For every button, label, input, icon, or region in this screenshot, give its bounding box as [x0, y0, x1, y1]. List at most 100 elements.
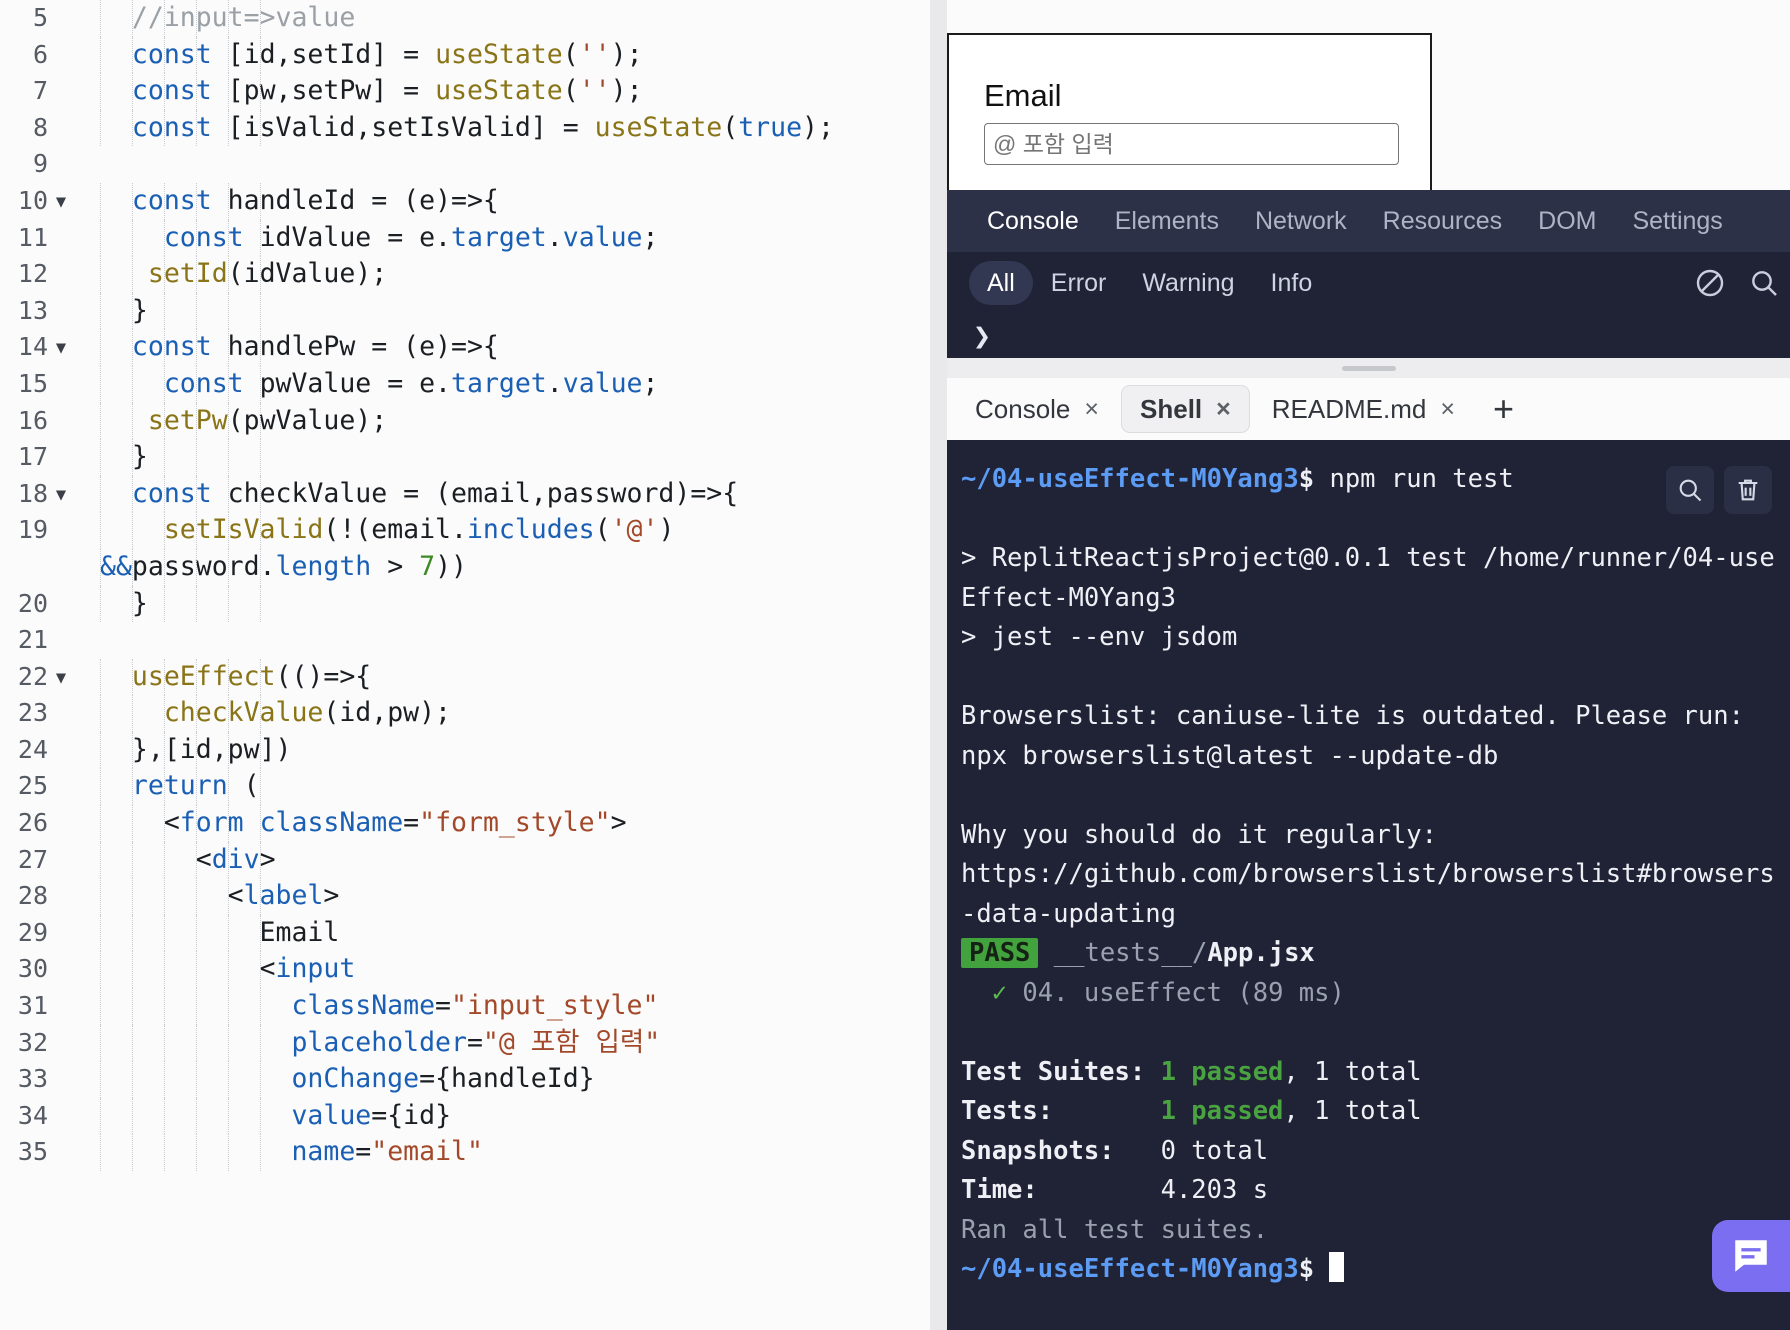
code-line[interactable]: 24 },[id,pw]) [0, 731, 930, 769]
code-line[interactable]: 15 const pwValue = e.target.value; [0, 365, 930, 403]
code-token: setIsValid [163, 514, 324, 546]
indent-guide [164, 805, 165, 842]
code-line[interactable]: 13 } [0, 292, 930, 330]
console-filter-error[interactable]: Error [1033, 261, 1125, 305]
code-line[interactable]: 9 [0, 146, 930, 183]
code-text: <input [74, 951, 355, 989]
code-text: const [pw,setPw] = useState(''); [74, 73, 643, 110]
code-lines[interactable]: 5 //input=>value 6 const [id,setId] = use… [0, 0, 930, 1171]
code-line[interactable]: 22 ▼ useEffect(()=>{ [0, 658, 930, 697]
code-line[interactable]: 18 ▼ const checkValue = (email,password)=… [0, 475, 930, 514]
devtools-filterbar[interactable]: All Error Warning Info [947, 252, 1790, 314]
code-line[interactable]: 21 [0, 622, 930, 659]
indent-guide [228, 1134, 229, 1171]
devtools-tab-settings[interactable]: Settings [1614, 190, 1740, 252]
code-line[interactable]: 6 const [id,setId] = useState(''); [0, 36, 930, 74]
fold-arrow-icon[interactable]: ▼ [48, 183, 74, 221]
resizer-grip [1341, 366, 1396, 371]
preview-email-input[interactable] [984, 123, 1399, 165]
code-line[interactable]: 23 checkValue(id,pw); [0, 695, 930, 732]
pane-divider[interactable] [930, 0, 947, 1330]
code-token: label [243, 880, 324, 912]
indent-guide [164, 658, 165, 696]
code-token: {handleId} [435, 1063, 595, 1095]
indent-guide [260, 1097, 261, 1135]
devtools-tab-network[interactable]: Network [1237, 190, 1365, 252]
code-line[interactable]: 28 <label> [0, 878, 930, 915]
terminal[interactable]: ~/04-useEffect-M0Yang3$ npm run test > Re… [947, 440, 1790, 1330]
code-line[interactable]: 19 setIsValid(!(email.includes('@') [0, 512, 930, 549]
line-number: 18 [17, 478, 48, 508]
close-icon[interactable]: × [1216, 395, 1231, 424]
code-line[interactable]: 33 onChange={handleId} [0, 1061, 930, 1098]
code-text: const checkValue = (email,password)=>{ [74, 475, 738, 513]
console-filter-info[interactable]: Info [1253, 261, 1331, 305]
code-line[interactable]: 26 <form className="form_style"> [0, 805, 930, 842]
shell-pane: Console × Shell × README.md × + ~/04-useEffect… [947, 378, 1790, 1330]
code-line[interactable]: 16 setPw(pwValue); [0, 402, 930, 440]
code-line[interactable]: 8 const [isValid,setIsValid] = useState(… [0, 109, 930, 147]
line-number: 28 [17, 881, 48, 911]
search-icon[interactable] [1748, 267, 1780, 299]
code-line[interactable]: 30 <input [0, 951, 930, 989]
code-line[interactable]: 32 placeholder="@ 포함 입력" [0, 1024, 930, 1062]
code-line[interactable]: 12 setId(idValue); [0, 256, 930, 293]
code-line[interactable]: 35 name="email" [0, 1134, 930, 1171]
devtools-tab-resources[interactable]: Resources [1365, 190, 1521, 252]
indent-guide [100, 1061, 101, 1098]
devtools-tab-console[interactable]: Console [969, 190, 1097, 252]
shell-tab-shell[interactable]: Shell × [1121, 385, 1250, 433]
chat-bubble-icon[interactable] [1712, 1220, 1790, 1292]
code-line[interactable]: 34 value={id} [0, 1097, 930, 1135]
indent-guide [100, 365, 101, 403]
horizontal-resizer[interactable] [947, 358, 1790, 378]
terminal-dollar: $ [1298, 464, 1315, 494]
add-tab-button[interactable]: + [1477, 389, 1530, 429]
code-text: } [74, 585, 261, 623]
code-line[interactable]: 17 } [0, 439, 930, 476]
code-line[interactable]: 25 return ( [0, 768, 930, 806]
console-input-row[interactable]: ❯ [947, 314, 1790, 358]
code-line[interactable]: 27 <div> [0, 841, 930, 879]
code-editor-pane[interactable]: 5 //input=>value 6 const [id,setId] = use… [0, 0, 930, 1330]
indent-guide [228, 878, 229, 915]
console-filter-warning[interactable]: Warning [1124, 261, 1252, 305]
indent-guide [260, 695, 261, 732]
code-line[interactable]: 10 ▼ const handleId = (e)=>{ [0, 182, 930, 221]
code-line[interactable]: &&password.length > 7)) [0, 548, 930, 586]
fold-arrow-icon[interactable]: ▼ [48, 659, 74, 697]
code-token: name [291, 1136, 356, 1168]
indent-guide [228, 768, 229, 806]
close-icon[interactable]: × [1084, 395, 1099, 424]
devtools-tabbar[interactable]: Console Elements Network Resources DOM Settin… [947, 190, 1790, 252]
shell-tabbar[interactable]: Console × Shell × README.md × + [947, 378, 1790, 440]
console-filter-all[interactable]: All [969, 261, 1033, 305]
indent-guide [228, 475, 229, 513]
code-line[interactable]: 31 className="input_style" [0, 988, 930, 1025]
code-line[interactable]: 11 const idValue = e.target.value; [0, 219, 930, 257]
indent-guide [132, 695, 133, 732]
code-token: (id,pw); [323, 697, 452, 729]
code-line[interactable]: 29 Email [0, 914, 930, 952]
devtools-tab-elements[interactable]: Elements [1097, 190, 1237, 252]
terminal-test-line: ✓ 04. useEffect (89 ms) [961, 974, 1776, 1014]
code-token: {id} [387, 1099, 452, 1131]
devtools-tab-dom[interactable]: DOM [1520, 190, 1614, 252]
code-token: value [562, 221, 643, 253]
close-icon[interactable]: × [1440, 395, 1455, 424]
code-line[interactable]: 7 const [pw,setPw] = useState(''); [0, 73, 930, 110]
indent-guide [164, 219, 165, 257]
code-line[interactable]: 20 } [0, 585, 930, 623]
indent-guide [196, 0, 197, 37]
indent-guide [132, 988, 133, 1025]
ban-icon[interactable] [1694, 267, 1726, 299]
code-token: className [291, 990, 436, 1022]
shell-tab-readme-md[interactable]: README.md × [1254, 385, 1473, 433]
code-line[interactable]: 14 ▼ const handlePw = (e)=>{ [0, 329, 930, 366]
fold-arrow-icon[interactable]: ▼ [48, 329, 74, 367]
fold-arrow-icon[interactable]: ▼ [48, 476, 74, 514]
code-line[interactable]: 5 //input=>value [0, 0, 930, 37]
indent-guide [228, 1024, 229, 1062]
indent-guide [164, 731, 165, 769]
shell-tab-console[interactable]: Console × [957, 385, 1117, 433]
